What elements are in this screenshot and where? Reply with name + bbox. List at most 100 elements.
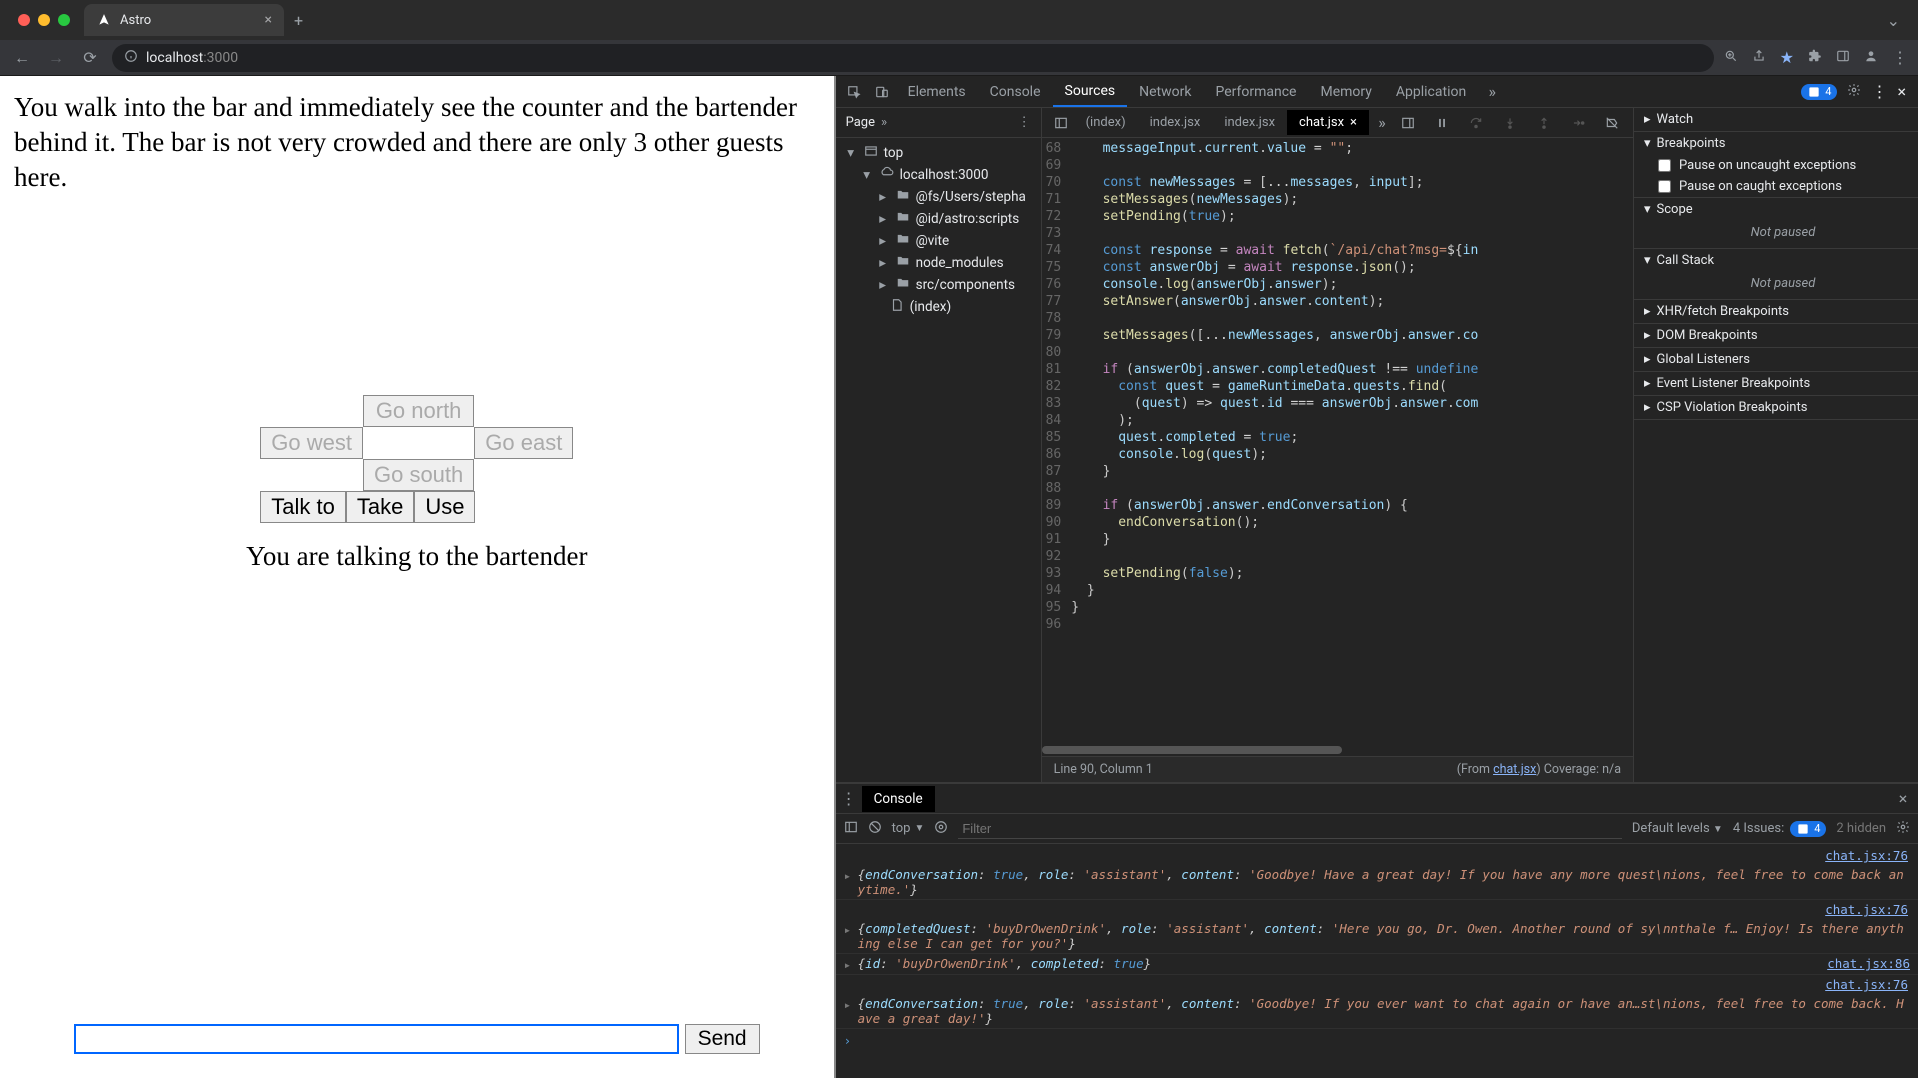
drawer-close-icon[interactable]: ×	[1888, 789, 1918, 808]
navigator-menu-icon[interactable]: ⋮	[1018, 115, 1031, 130]
console-log[interactable]: chat.jsx:76 ▸{endConversation: true, rol…	[836, 844, 1918, 1078]
editor-tab-index-jsx-2[interactable]: index.jsx	[1212, 110, 1287, 135]
toggle-navigator-icon[interactable]	[1048, 110, 1074, 136]
log-entry[interactable]: ▸{endConversation: true, role: 'assistan…	[836, 865, 1918, 900]
tab-performance[interactable]: Performance	[1203, 78, 1308, 106]
tree-vite[interactable]: ▸@vite	[836, 230, 1041, 252]
new-tab-button[interactable]: +	[294, 11, 303, 30]
console-settings-icon[interactable]	[1896, 820, 1910, 838]
pause-caught-checkbox[interactable]: Pause on caught exceptions	[1634, 176, 1918, 197]
tab-sources[interactable]: Sources	[1053, 77, 1128, 107]
close-tab-icon[interactable]: ×	[1350, 115, 1357, 130]
sidebar-toggle-icon[interactable]	[844, 820, 858, 838]
window-minimize-button[interactable]	[38, 14, 50, 26]
site-info-icon[interactable]	[124, 49, 138, 67]
log-source-link[interactable]: chat.jsx:86	[1817, 956, 1910, 972]
log-entry[interactable]: ▸{id: 'buyDrOwenDrink', completed: true}…	[836, 954, 1918, 975]
log-source-link[interactable]: chat.jsx:76	[1815, 848, 1908, 863]
breakpoints-section[interactable]: ▾Breakpoints	[1634, 132, 1918, 155]
talk-to-button[interactable]: Talk to	[260, 491, 346, 523]
step-icon[interactable]	[1565, 110, 1591, 136]
bookmark-star-icon[interactable]: ★	[1780, 48, 1794, 67]
side-panel-icon[interactable]	[1836, 48, 1850, 67]
tab-elements[interactable]: Elements	[896, 78, 978, 106]
reload-button[interactable]: ⟳	[78, 46, 102, 70]
tree-src[interactable]: ▸src/components	[836, 274, 1041, 296]
profile-icon[interactable]	[1864, 48, 1878, 67]
console-prompt[interactable]: ›	[836, 1029, 1918, 1052]
pause-icon[interactable]	[1429, 110, 1455, 136]
horizontal-scrollbar[interactable]	[1042, 746, 1633, 756]
more-editor-tabs-icon[interactable]: »	[1369, 110, 1395, 136]
step-into-icon[interactable]	[1497, 110, 1523, 136]
event-section[interactable]: ▸Event Listener Breakpoints	[1634, 372, 1918, 395]
extensions-icon[interactable]	[1808, 48, 1822, 67]
more-tabs-icon[interactable]: »	[1478, 78, 1506, 106]
log-entry[interactable]: ▸{endConversation: true, role: 'assistan…	[836, 994, 1918, 1029]
go-west-button[interactable]: Go west	[260, 427, 363, 459]
navigator-tab-page[interactable]: Page	[846, 115, 875, 130]
log-source-link[interactable]: chat.jsx:76	[1815, 977, 1908, 992]
hidden-count[interactable]: 2 hidden	[1836, 821, 1886, 836]
clear-console-icon[interactable]	[868, 820, 882, 838]
browser-tab[interactable]: Astro ×	[84, 4, 284, 36]
code-editor[interactable]: 6869707172737475767778798081828384858687…	[1042, 138, 1633, 746]
window-close-button[interactable]	[18, 14, 30, 26]
issues-badge[interactable]: 4	[1801, 84, 1837, 100]
tab-application[interactable]: Application	[1384, 78, 1478, 106]
csp-section[interactable]: ▸CSP Violation Breakpoints	[1634, 396, 1918, 419]
go-south-button[interactable]: Go south	[363, 459, 474, 491]
editor-tab-index[interactable]: (index)	[1074, 110, 1138, 135]
console-filter-input[interactable]	[958, 819, 1622, 839]
inspect-element-icon[interactable]	[840, 78, 868, 106]
source-map-link[interactable]: chat.jsx	[1493, 762, 1536, 777]
message-input[interactable]	[74, 1024, 679, 1054]
editor-tab-chat-jsx[interactable]: chat.jsx×	[1287, 110, 1369, 135]
pause-uncaught-checkbox[interactable]: Pause on uncaught exceptions	[1634, 155, 1918, 176]
drawer-menu-icon[interactable]: ⋮	[836, 789, 862, 808]
go-north-button[interactable]: Go north	[363, 395, 474, 427]
tab-network[interactable]: Network	[1127, 78, 1203, 106]
window-maximize-button[interactable]	[58, 14, 70, 26]
send-button[interactable]: Send	[685, 1024, 760, 1054]
tab-console[interactable]: Console	[978, 78, 1053, 106]
live-expression-icon[interactable]	[934, 820, 948, 838]
editor-tab-index-jsx-1[interactable]: index.jsx	[1138, 110, 1213, 135]
step-over-icon[interactable]	[1463, 110, 1489, 136]
settings-gear-icon[interactable]	[1847, 82, 1861, 101]
scope-section[interactable]: ▾Scope	[1634, 198, 1918, 221]
devtools-menu-icon[interactable]: ⋮	[1871, 82, 1887, 101]
share-icon[interactable]	[1752, 48, 1766, 67]
back-button[interactable]: ←	[10, 46, 34, 70]
watch-section[interactable]: ▸Watch	[1634, 108, 1918, 131]
use-button[interactable]: Use	[414, 491, 475, 523]
url-bar[interactable]: localhost:3000	[112, 44, 1714, 72]
xhr-section[interactable]: ▸XHR/fetch Breakpoints	[1634, 300, 1918, 323]
forward-button[interactable]: →	[44, 46, 68, 70]
tree-index-file[interactable]: (index)	[836, 296, 1041, 318]
expand-tabs-icon[interactable]: ⌄	[1887, 11, 1900, 30]
log-source-link[interactable]: chat.jsx:76	[1815, 902, 1908, 917]
take-button[interactable]: Take	[346, 491, 414, 523]
go-east-button[interactable]: Go east	[474, 427, 573, 459]
step-out-icon[interactable]	[1531, 110, 1557, 136]
log-entry[interactable]: ▸{completedQuest: 'buyDrOwenDrink', role…	[836, 919, 1918, 954]
tab-close-icon[interactable]: ×	[265, 12, 272, 28]
callstack-section[interactable]: ▾Call Stack	[1634, 249, 1918, 272]
device-toolbar-icon[interactable]	[868, 78, 896, 106]
devtools-close-icon[interactable]: ×	[1897, 82, 1906, 101]
deactivate-breakpoints-icon[interactable]	[1599, 110, 1625, 136]
browser-menu-icon[interactable]: ⋮	[1892, 48, 1908, 67]
global-section[interactable]: ▸Global Listeners	[1634, 348, 1918, 371]
more-nav-tabs-icon[interactable]: »	[881, 115, 887, 130]
dom-section[interactable]: ▸DOM Breakpoints	[1634, 324, 1918, 347]
issues-link[interactable]: 4 Issues: 4	[1733, 821, 1827, 837]
tree-nm[interactable]: ▸node_modules	[836, 252, 1041, 274]
tree-fs[interactable]: ▸@fs/Users/stepha	[836, 186, 1041, 208]
context-selector[interactable]: top ▼	[892, 821, 925, 836]
toggle-debugger-icon[interactable]	[1395, 110, 1421, 136]
console-tab[interactable]: Console	[862, 786, 935, 812]
tree-top[interactable]: ▾top	[836, 142, 1041, 164]
tree-astro[interactable]: ▸@id/astro:scripts	[836, 208, 1041, 230]
tree-host[interactable]: ▾localhost:3000	[836, 164, 1041, 186]
